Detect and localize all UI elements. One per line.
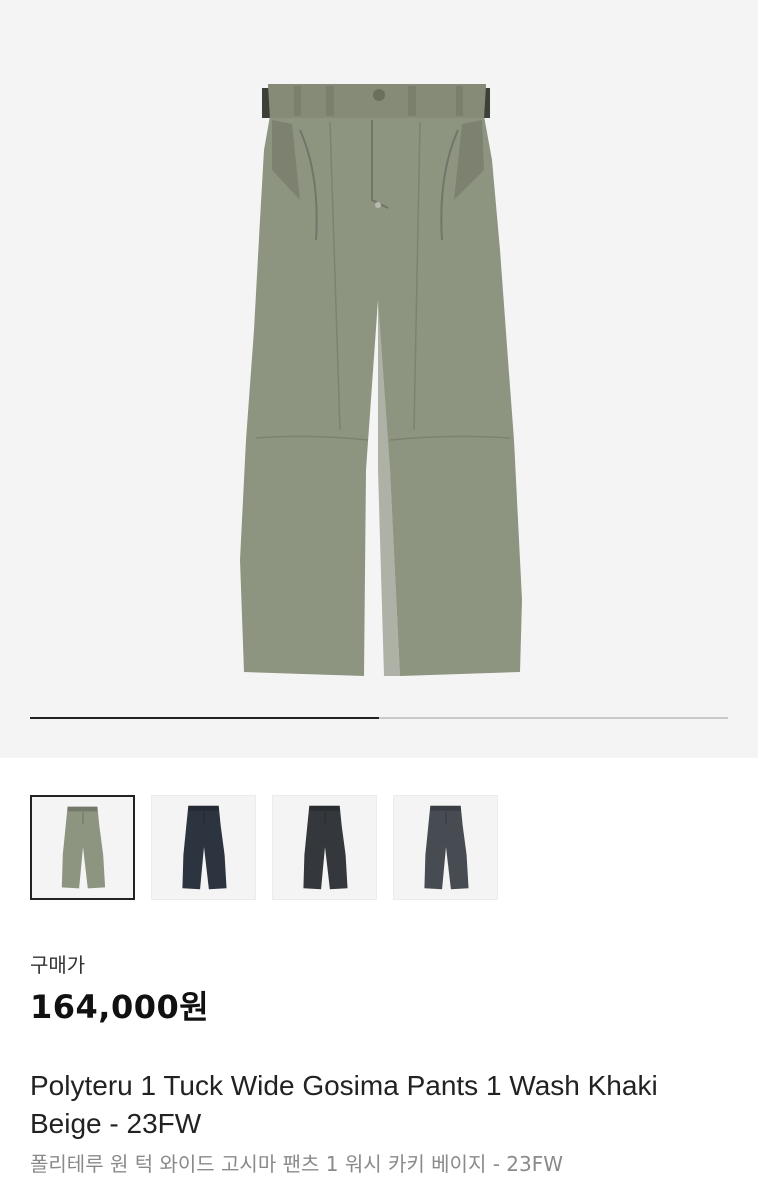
color-thumbnail-list (30, 795, 498, 900)
charcoal-pants-thumbnail (303, 805, 348, 890)
color-thumbnail-3[interactable] (272, 795, 377, 900)
khaki-pants-image (240, 84, 522, 676)
khaki-pants-thumbnail (61, 806, 106, 889)
color-thumbnail-1[interactable] (30, 795, 135, 900)
slate-pants-thumbnail (424, 805, 469, 890)
product-title-english: Polyteru 1 Tuck Wide Gosima Pants 1 Wash… (30, 1070, 658, 1139)
gallery-progress-bar (30, 717, 728, 719)
price-label: 구매가 (30, 953, 86, 977)
product-title-korean: 폴리테루 원 턱 와이드 고시마 팬츠 1 워시 카키 베이지 - 23FW (30, 1152, 564, 1176)
color-thumbnail-4[interactable] (393, 795, 498, 900)
price-value: 164,000원 (30, 988, 210, 1026)
product-image-gallery[interactable] (0, 0, 758, 758)
gallery-progress-fill (30, 717, 379, 719)
color-thumbnail-2[interactable] (151, 795, 256, 900)
navy-pants-thumbnail (182, 805, 227, 890)
